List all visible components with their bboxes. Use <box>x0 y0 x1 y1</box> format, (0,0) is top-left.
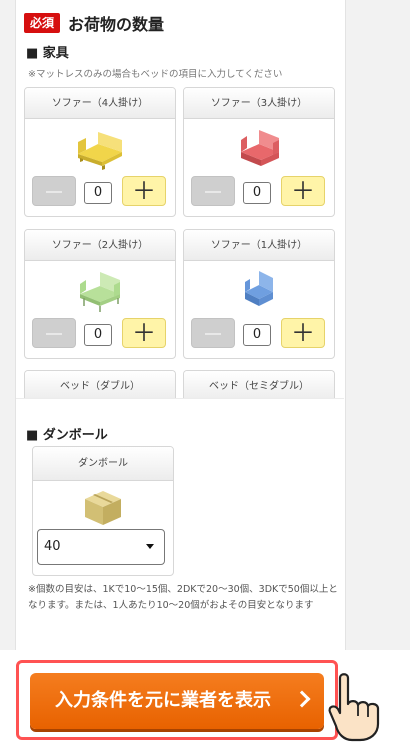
quantity-stepper: 0 ＋ <box>32 318 170 350</box>
decrement-button[interactable] <box>191 318 235 348</box>
decrement-button[interactable] <box>32 318 76 348</box>
furniture-heading: ■ 家具 <box>26 46 69 61</box>
pointing-hand-icon <box>328 673 380 742</box>
item-card-bed-semidouble: ベッド（セミダブル） <box>183 370 335 400</box>
yellow-sofa-icon <box>78 132 122 170</box>
decrement-button[interactable] <box>191 176 235 206</box>
item-card-sofa-4: ソファー（4人掛け） 0 ＋ <box>24 87 176 217</box>
quantity-stepper: 0 ＋ <box>191 318 329 350</box>
item-card-cardboard: ダンボール 40 <box>32 446 174 576</box>
increment-button[interactable]: ＋ <box>122 318 166 348</box>
quantity-field[interactable]: 0 <box>84 182 112 204</box>
item-card-title: ソファー（4人掛け） <box>25 88 175 119</box>
required-badge: 必須 <box>24 13 61 33</box>
item-card-sofa-1: ソファー（1人掛け） 0 ＋ <box>183 229 335 359</box>
cta-highlight: 入力条件を元に業者を表示 <box>16 660 338 740</box>
item-card-title: ベッド（セミダブル） <box>184 371 334 400</box>
quantity-stepper: 0 ＋ <box>191 176 329 208</box>
caret-down-icon <box>146 544 154 549</box>
cta-label: 入力条件を元に業者を表示 <box>55 690 271 711</box>
section-header: 必須 お荷物の数量 <box>24 12 164 34</box>
increment-button[interactable]: ＋ <box>122 176 166 206</box>
quantity-stepper: 0 ＋ <box>32 176 170 208</box>
blue-sofa-icon <box>245 271 273 306</box>
show-providers-button[interactable]: 入力条件を元に業者を表示 <box>30 673 324 729</box>
cardboard-count-select[interactable]: 40 <box>37 529 165 565</box>
furniture-note: ※マットレスのみの場合もベッドの項目に入力してください <box>28 69 283 80</box>
item-card-sofa-3: ソファー（3人掛け） 0 ＋ <box>183 87 335 217</box>
page: 必須 お荷物の数量 ■ 家具 ※マットレスのみの場合もベッドの項目に入力してくだ… <box>0 0 410 750</box>
decrement-button[interactable] <box>32 176 76 206</box>
selected-value: 40 <box>44 539 61 554</box>
increment-button[interactable]: ＋ <box>281 176 325 206</box>
item-card-bed-double: ベッド（ダブル） <box>24 370 176 400</box>
green-sofa-icon <box>80 272 120 312</box>
red-sofa-icon <box>241 130 279 166</box>
left-gutter <box>0 0 16 650</box>
cardboard-heading: ■ ダンボール <box>26 428 108 443</box>
section-title: お荷物の数量 <box>68 15 165 34</box>
cardboard-note: ※個数の目安は、1Kで10〜15個、2DKで20〜30個、3DKで50個以上とな… <box>28 584 338 611</box>
quantity-field[interactable]: 0 <box>84 324 112 346</box>
item-card-sofa-2: ソファー（2人掛け） 0 ＋ <box>24 229 176 359</box>
increment-button[interactable]: ＋ <box>281 318 325 348</box>
right-gutter <box>345 0 410 650</box>
cardboard-box-icon <box>85 491 121 525</box>
item-card-title: ソファー（3人掛け） <box>184 88 334 119</box>
item-card-title: ソファー（1人掛け） <box>184 230 334 261</box>
item-card-title: ソファー（2人掛け） <box>25 230 175 261</box>
item-card-title: ダンボール <box>33 447 173 481</box>
chevron-right-icon <box>293 690 311 708</box>
quantity-field[interactable]: 0 <box>243 324 271 346</box>
quantity-field[interactable]: 0 <box>243 182 271 204</box>
item-card-title: ベッド（ダブル） <box>25 371 175 400</box>
